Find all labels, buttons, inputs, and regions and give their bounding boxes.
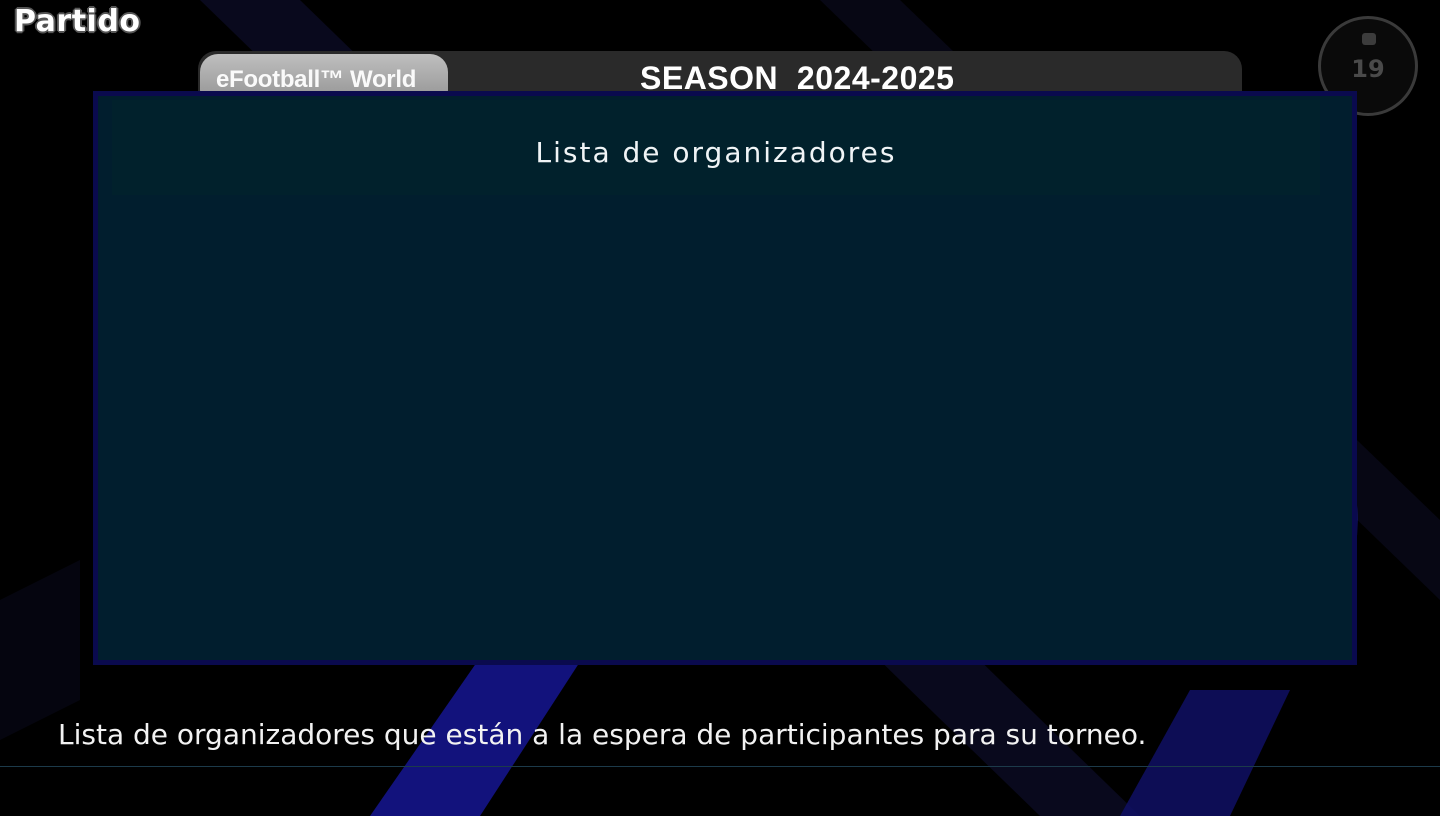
screen-title: Partido	[14, 4, 141, 39]
badge-label: 19	[1351, 55, 1385, 83]
world-tab-label: eFootball™ World	[216, 66, 417, 93]
crown-icon	[1362, 33, 1376, 45]
panel-header: Lista de organizadores	[112, 100, 1320, 195]
footer-divider	[0, 766, 1440, 767]
organizer-list[interactable]	[112, 200, 1320, 650]
help-description: Lista de organizadores que están a la es…	[58, 718, 1147, 751]
organizer-list-panel: Lista de organizadores	[93, 91, 1357, 665]
panel-title: Lista de organizadores	[535, 136, 897, 169]
